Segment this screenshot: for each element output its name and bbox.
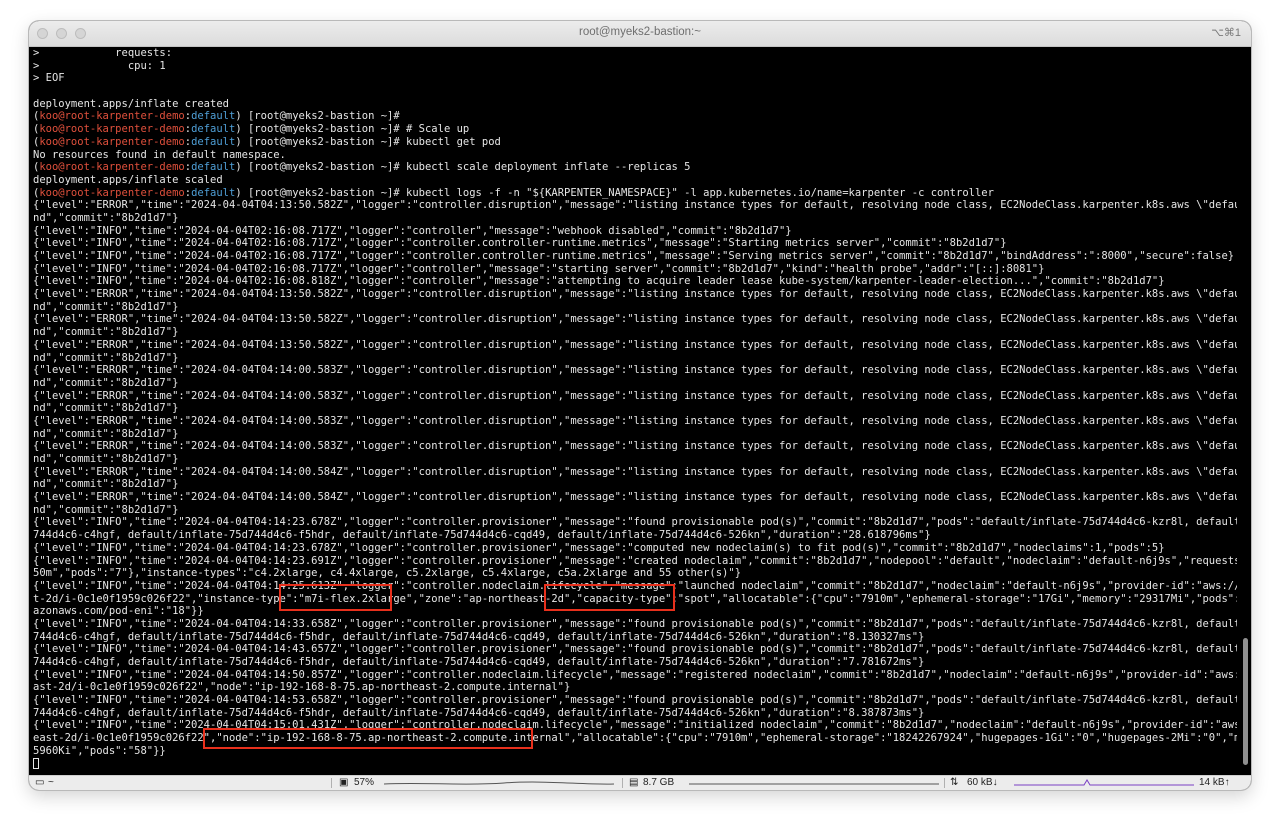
prompt-user: koo@root-karpenter-demo <box>39 186 185 199</box>
terminal-line: nd","commit":"8b2d1d7"} <box>33 211 179 224</box>
terminal-line: nd","commit":"8b2d1d7"} <box>33 478 179 491</box>
divider <box>622 778 623 788</box>
terminal-line: nd","commit":"8b2d1d7"} <box>33 376 179 389</box>
scrollbar-thumb[interactable] <box>1243 638 1248 765</box>
terminal-line: 744d4c6-c4hgf, default/inflate-75d744d4c… <box>33 706 925 719</box>
terminal-line: {"level":"ERROR","time":"2024-04-04T04:1… <box>33 199 1237 212</box>
terminal-line: {"level":"ERROR","time":"2024-04-04T04:1… <box>33 414 1237 427</box>
memory-usage: 8.7 GB <box>643 777 675 788</box>
network-up: 14 kB↑ <box>1199 777 1230 788</box>
terminal-line: (koo@root-karpenter-demo:default) [root@… <box>33 123 470 136</box>
prompt-user: koo@root-karpenter-demo <box>39 110 185 123</box>
prompt-namespace: default <box>191 123 236 136</box>
node-name-highlight <box>203 728 533 749</box>
terminal-line: {"level":"ERROR","time":"2024-04-04T04:1… <box>33 465 1237 478</box>
terminal-line: No resources found in default namespace. <box>33 148 286 161</box>
prompt-user: koo@root-karpenter-demo <box>39 123 185 136</box>
terminal-line: (koo@root-karpenter-demo:default) [root@… <box>33 110 400 123</box>
terminal-line: {"level":"ERROR","time":"2024-04-04T04:1… <box>33 491 1237 504</box>
terminal-line: {"level":"ERROR","time":"2024-04-04T04:1… <box>33 313 1237 326</box>
terminal-line: {"level":"INFO","time":"2024-04-04T04:14… <box>33 554 1237 567</box>
terminal-output[interactable]: > requests: > cpu: 1 > EOF deployment.apps/… <box>33 47 1237 780</box>
terminal-line: 744d4c6-c4hgf, default/inflate-75d744d4c… <box>33 656 925 668</box>
prompt-namespace: default <box>191 110 236 123</box>
terminal-line: {"level":"INFO","time":"2024-04-04T04:14… <box>33 643 1237 656</box>
terminal-line: deployment.apps/inflate created <box>33 97 229 110</box>
terminal-line: {"level":"ERROR","time":"2024-04-04T04:1… <box>33 338 1237 351</box>
terminal-line: 744d4c6-c4hgf, default/inflate-75d744d4c… <box>33 630 925 643</box>
terminal-line: {"level":"INFO","time":"2024-04-04T04:14… <box>33 694 1237 707</box>
terminal-line: > requests: <box>33 47 173 59</box>
terminal-line: {"level":"INFO","time":"2024-04-04T04:14… <box>33 668 1237 681</box>
title-bar[interactable]: root@myeks2-bastion:~ ⌥⌘1 <box>29 21 1251 47</box>
terminal-line: {"level":"INFO","time":"2024-04-04T04:14… <box>33 541 1165 554</box>
status-bar: ▭ ~ ▣ 57% ▤ 8.7 GB ⇅ 60 kB↓ 14 kB↑ <box>29 775 1251 790</box>
terminal-line: (koo@root-karpenter-demo:default) [root@… <box>33 186 994 199</box>
prompt-user: koo@root-karpenter-demo <box>39 161 185 174</box>
cpu-graph <box>384 781 614 785</box>
terminal-line: {"level":"ERROR","time":"2024-04-04T04:1… <box>33 389 1237 402</box>
terminal-line: {"level":"INFO","time":"2024-04-04T02:16… <box>33 224 792 237</box>
memory-graph <box>689 783 939 785</box>
terminal-line: deployment.apps/inflate scaled <box>33 173 223 186</box>
network-down: 60 kB↓ <box>967 777 998 788</box>
terminal-line: {"level":"INFO","time":"2024-04-04T02:16… <box>33 250 1235 262</box>
cpu-usage: 57% <box>354 777 375 788</box>
terminal-line: nd","commit":"8b2d1d7"} <box>33 402 179 415</box>
window-title: root@myeks2-bastion:~ <box>579 26 701 38</box>
terminal-line: 50m","pods":"7"},"instance-types":"c4.2x… <box>33 567 742 580</box>
terminal-line: {"level":"INFO","time":"2024-04-04T04:14… <box>33 617 1237 630</box>
terminal-line: {"level":"ERROR","time":"2024-04-04T04:1… <box>33 288 1237 301</box>
terminal-line: {"level":"INFO","time":"2024-04-04T02:16… <box>33 262 1045 275</box>
network-graph <box>1014 779 1194 786</box>
terminal-line: nd","commit":"8b2d1d7"} <box>33 326 179 339</box>
window-shortcut: ⌥⌘1 <box>1211 27 1241 39</box>
folder-icon: ▭ <box>35 777 45 788</box>
terminal-line: {"level":"ERROR","time":"2024-04-04T04:1… <box>33 364 1237 377</box>
terminal-line: {"level":"ERROR","time":"2024-04-04T04:1… <box>33 440 1237 453</box>
cpu-icon: ▣ <box>339 777 349 788</box>
divider <box>331 778 332 788</box>
cwd-label: ~ <box>48 777 54 788</box>
prompt-namespace: default <box>191 186 236 199</box>
terminal-line: nd","commit":"8b2d1d7"} <box>33 351 179 364</box>
terminal-line: (koo@root-karpenter-demo:default) [root@… <box>33 135 501 148</box>
divider <box>944 778 945 788</box>
terminal-line: 744d4c6-c4hgf, default/inflate-75d744d4c… <box>33 529 931 542</box>
terminal-line: ast-2d/i-0c1e0f1959c026f22","node":"ip-1… <box>33 681 571 694</box>
terminal-line: > cpu: 1 <box>33 59 166 72</box>
terminal-line: nd","commit":"8b2d1d7"} <box>33 453 179 465</box>
prompt-user: koo@root-karpenter-demo <box>39 135 185 148</box>
capacity-type-highlight <box>544 584 675 611</box>
terminal-line: {"level":"INFO","time":"2024-04-04T04:14… <box>33 516 1237 529</box>
terminal-line: {"level":"INFO","time":"2024-04-04T02:16… <box>33 237 1007 250</box>
terminal-line: nd","commit":"8b2d1d7"} <box>33 300 179 313</box>
memory-icon: ▤ <box>629 777 639 788</box>
prompt-namespace: default <box>191 135 236 148</box>
terminal-line: nd","commit":"8b2d1d7"} <box>33 503 179 516</box>
terminal-line: > EOF <box>33 72 65 85</box>
prompt-namespace: default <box>191 161 236 174</box>
network-icon: ⇅ <box>950 777 959 788</box>
terminal-window: root@myeks2-bastion:~ ⌥⌘1 > requests: > c… <box>29 21 1251 790</box>
terminal-line: {"level":"INFO","time":"2024-04-04T02:16… <box>33 275 1165 288</box>
instance-type-highlight <box>279 584 392 611</box>
terminal-line: (koo@root-karpenter-demo:default) [root@… <box>33 161 691 174</box>
terminal-line: nd","commit":"8b2d1d7"} <box>33 427 179 440</box>
text-cursor <box>33 758 39 769</box>
